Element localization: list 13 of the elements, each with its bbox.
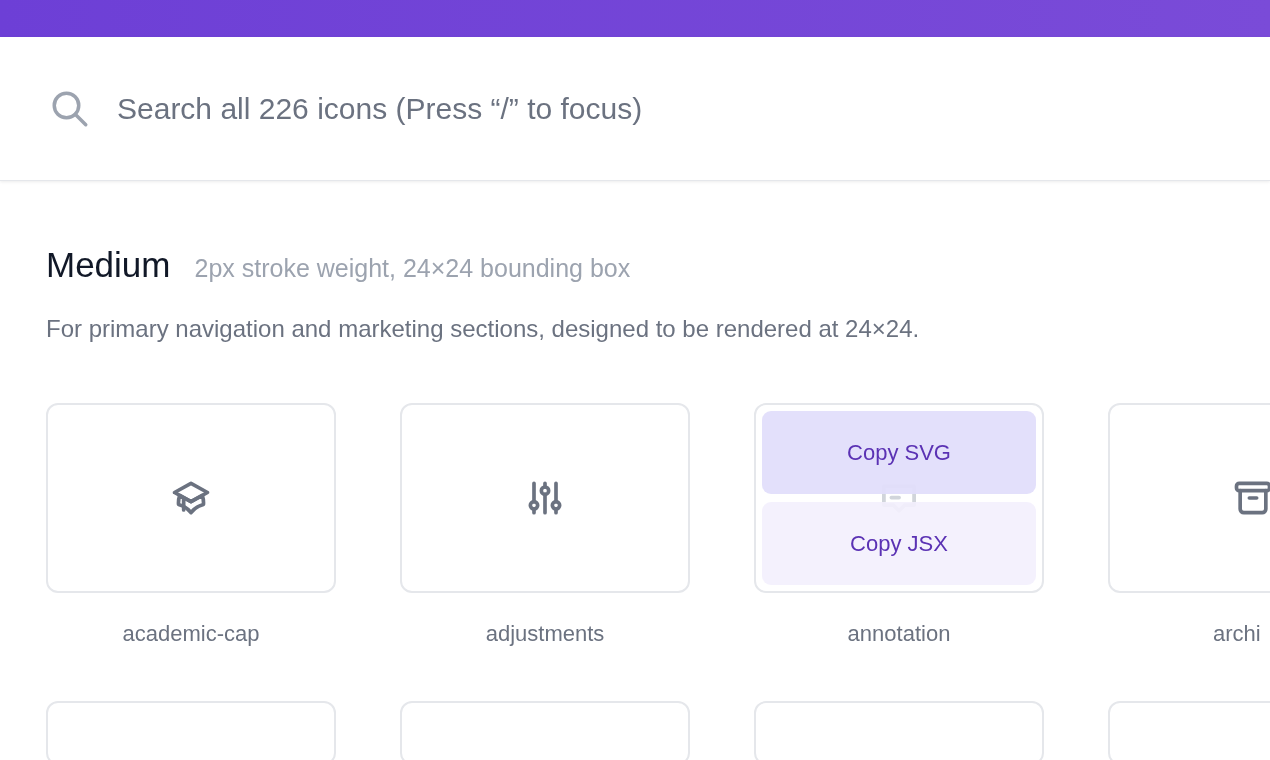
icon-label: adjustments — [485, 621, 605, 647]
icon-label: academic-cap — [122, 621, 260, 647]
copy-button[interactable]: Copy SVG — [762, 411, 1036, 494]
section-description: For primary navigation and marketing sections, designed to be rendered at 24×24. — [46, 315, 921, 343]
icon-card[interactable]: Copy SVG Copy JSX — [754, 403, 1044, 593]
copy-button[interactable]: Copy JSX — [762, 502, 1036, 585]
icon-label: archi — [1213, 621, 1261, 647]
section-title: Medium — [46, 245, 171, 285]
search-field[interactable]: Search all 226 icons (Press “/” to focus) — [117, 91, 1017, 126]
icon-label: annotation — [847, 621, 951, 647]
section-subtitle: 2px stroke weight, 24×24 bounding box — [194, 254, 631, 283]
icon-card[interactable] — [46, 403, 336, 593]
icon-card[interactable] — [400, 403, 690, 593]
